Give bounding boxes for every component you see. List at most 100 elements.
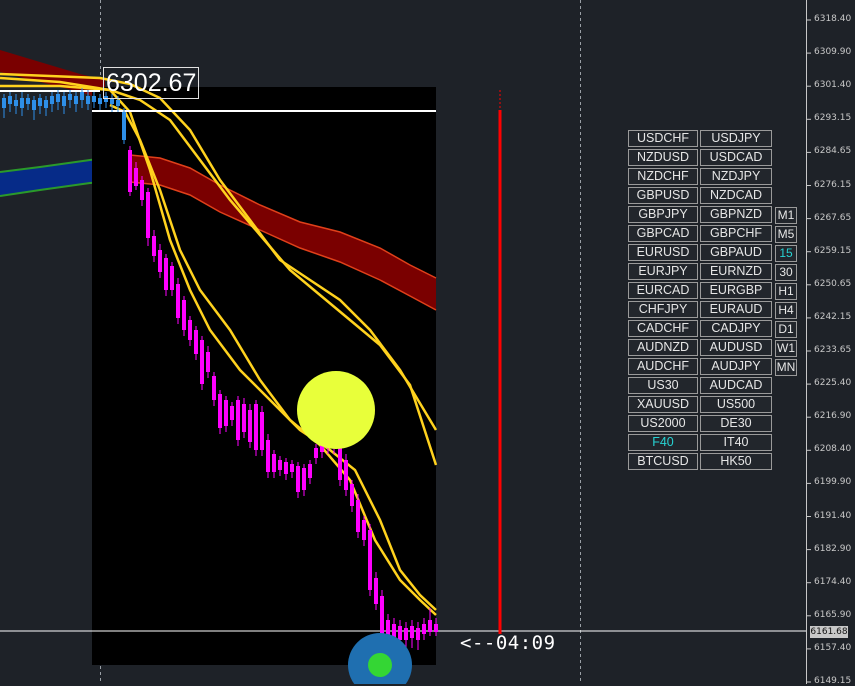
symbol-button-btcusd[interactable]: BTCUSD [628,453,698,470]
timeframe-button-h4[interactable]: H4 [775,302,797,319]
price-tick-label: 6208.40 [814,444,852,455]
timeframe-button-30[interactable]: 30 [775,264,797,281]
price-tick-label: 6191.40 [814,510,852,521]
symbol-button-audjpy[interactable]: AUDJPY [700,358,772,375]
bear-candle [374,578,378,604]
bear-candle [428,620,432,632]
price-tick-label: 6157.40 [814,642,852,653]
price-tick-label: 6225.40 [814,378,852,389]
bull-candle [14,100,18,106]
bear-candle [434,624,438,632]
symbol-button-de30[interactable]: DE30 [700,415,772,432]
bull-candle [44,100,48,108]
bull-candle [98,98,102,104]
bear-candle [242,404,246,432]
symbol-button-us500[interactable]: US500 [700,396,772,413]
bear-candle [128,150,132,192]
symbol-button-audnzd[interactable]: AUDNZD [628,339,698,356]
symbol-button-gbpaud[interactable]: GBPAUD [700,244,772,261]
bull-candle [68,94,72,100]
bear-candle [188,320,192,340]
bear-candle [398,626,402,640]
symbol-button-euraud[interactable]: EURAUD [700,301,772,318]
bear-candle [350,484,354,506]
bear-candle [218,394,222,428]
symbol-button-xauusd[interactable]: XAUUSD [628,396,698,413]
timeframe-button-mn[interactable]: MN [775,359,797,376]
symbol-button-chfjpy[interactable]: CHFJPY [628,301,698,318]
symbol-button-usdjpy[interactable]: USDJPY [700,130,772,147]
symbol-button-eurnzd[interactable]: EURNZD [700,263,772,280]
bull-candle [26,98,30,104]
price-tick-label: 6250.65 [814,278,852,289]
bear-candle [140,180,144,200]
symbol-button-gbpusd[interactable]: GBPUSD [628,187,698,204]
symbol-button-gbpcad[interactable]: GBPCAD [628,225,698,242]
symbol-button-gbpjpy[interactable]: GBPJPY [628,206,698,223]
bear-candle [278,460,282,470]
bear-candle [368,530,372,590]
symbol-button-audchf[interactable]: AUDCHF [628,358,698,375]
price-tick-label: 6301.40 [814,80,852,91]
symbol-button-usdcad[interactable]: USDCAD [700,149,772,166]
timeframe-button-m5[interactable]: M5 [775,226,797,243]
symbol-button-gbpnzd[interactable]: GBPNZD [700,206,772,223]
bull-candle [38,98,42,106]
bear-candle [344,460,348,490]
bear-candle [296,466,300,492]
symbol-button-eurusd[interactable]: EURUSD [628,244,698,261]
symbol-button-nzdjpy[interactable]: NZDJPY [700,168,772,185]
price-tick-label: 6174.40 [814,576,852,587]
signal-circle-yellow [297,371,375,449]
symbol-button-cadjpy[interactable]: CADJPY [700,320,772,337]
symbol-button-eurcad[interactable]: EURCAD [628,282,698,299]
symbol-button-usdchf[interactable]: USDCHF [628,130,698,147]
bear-candle [356,500,360,532]
symbol-button-nzdchf[interactable]: NZDCHF [628,168,698,185]
bear-candle [260,412,264,450]
bull-candle [2,98,6,108]
price-tick-label: 6233.65 [814,345,852,355]
symbol-button-us30[interactable]: US30 [628,377,698,394]
timeframe-button-h1[interactable]: H1 [775,283,797,300]
bear-candle [284,462,288,474]
symbol-button-f40[interactable]: F40 [628,434,698,451]
price-tick-label: 6199.90 [814,477,852,488]
bull-candle [50,96,54,104]
bear-candle [164,258,168,290]
symbol-button-hk50[interactable]: HK50 [700,453,772,470]
symbol-button-it40[interactable]: IT40 [700,434,772,451]
bear-candle [236,400,240,440]
bear-candle [170,266,174,290]
symbol-button-eurjpy[interactable]: EURJPY [628,263,698,280]
timeframe-button-15[interactable]: 15 [775,245,797,262]
signal-circle-green [368,653,392,677]
symbol-button-audusd[interactable]: AUDUSD [700,339,772,356]
bear-candle [266,440,270,472]
bear-candle [404,628,408,640]
bear-candle [308,464,312,478]
bull-candle [56,94,60,102]
symbol-button-audcad[interactable]: AUDCAD [700,377,772,394]
timeframe-button-w1[interactable]: W1 [775,340,797,357]
price-axis-ticks [806,19,811,683]
price-tick-label: 6165.90 [814,609,852,620]
price-tick-label: 6182.90 [814,543,852,554]
symbol-button-cadchf[interactable]: CADCHF [628,320,698,337]
bear-candle [152,236,156,256]
bear-candle [206,352,210,372]
bear-candle [248,410,252,442]
timeframe-button-d1[interactable]: D1 [775,321,797,338]
symbol-button-eurgbp[interactable]: EURGBP [700,282,772,299]
symbol-button-gbpchf[interactable]: GBPCHF [700,225,772,242]
timeframe-button-m1[interactable]: M1 [775,207,797,224]
price-tick-label: 6276.15 [814,179,852,190]
bull-candle [86,96,90,104]
bear-candle [212,376,216,400]
symbol-button-nzdusd[interactable]: NZDUSD [628,149,698,166]
symbol-button-nzdcad[interactable]: NZDCAD [700,187,772,204]
bear-candle [410,626,414,638]
bear-candle [200,340,204,384]
symbol-button-us2000[interactable]: US2000 [628,415,698,432]
bear-candle [314,448,318,458]
